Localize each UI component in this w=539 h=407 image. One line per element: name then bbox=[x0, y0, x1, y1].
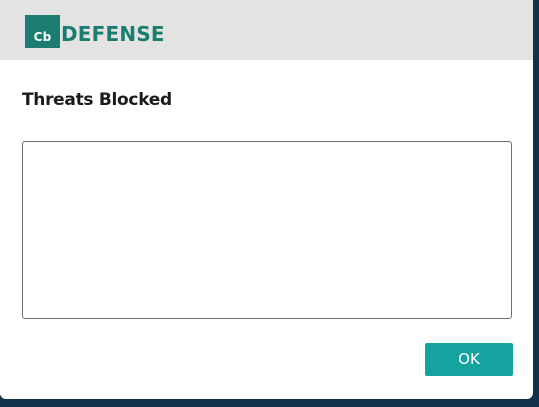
threats-blocked-list[interactable] bbox=[22, 141, 512, 319]
dialog-title: Threats Blocked bbox=[22, 90, 172, 110]
dialog-header: Cb DEFENSE bbox=[0, 0, 533, 60]
logo-wordmark: DEFENSE bbox=[61, 22, 165, 46]
threats-blocked-dialog: Cb DEFENSE Threats Blocked OK bbox=[0, 0, 533, 399]
ok-button[interactable]: OK bbox=[425, 343, 513, 376]
cb-logo-mark: Cb bbox=[25, 15, 60, 48]
logo-mark-text: Cb bbox=[33, 30, 52, 44]
